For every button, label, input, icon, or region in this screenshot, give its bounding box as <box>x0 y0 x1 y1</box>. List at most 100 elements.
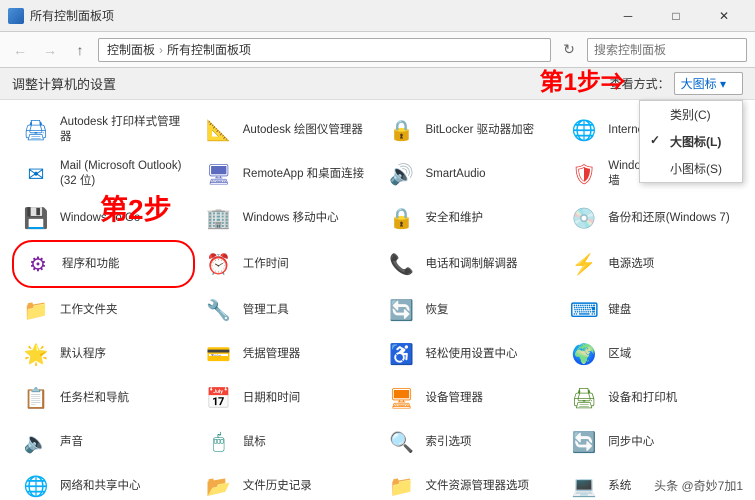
item-label: Autodesk 打印样式管理器 <box>60 115 187 145</box>
control-panel-item[interactable]: 💳 凭据管理器 <box>195 332 378 376</box>
path-segment-1[interactable]: 控制面板 <box>107 41 155 58</box>
item-label: 程序和功能 <box>62 257 120 272</box>
control-panel-item[interactable]: 🔄同步中心 <box>560 420 743 464</box>
control-panel-item[interactable]: 🌐 网络和共享中心 <box>12 464 195 500</box>
toolbar-title: 调整计算机的设置 <box>12 74 116 93</box>
item-label: 凭据管理器 <box>243 347 301 362</box>
item-icon: 🌐 <box>20 470 52 500</box>
item-label: 网络和共享中心 <box>60 479 141 494</box>
back-button[interactable]: ← <box>8 38 32 62</box>
item-label: 键盘 <box>608 303 631 318</box>
item-icon: 🌐 <box>568 114 600 146</box>
control-panel-item[interactable]: 📅日期和时间 <box>195 376 378 420</box>
items-grid: 🖨 Autodesk 打印样式管理器 📐Autodesk 绘图仪管理器🔒BitLoc… <box>12 108 743 500</box>
item-icon: 🖨 <box>20 114 52 146</box>
view-label: 查看方式： 大图标 ▾ <box>610 72 743 95</box>
item-label: 管理工具 <box>243 303 289 318</box>
item-icon: 🏢 <box>203 202 235 234</box>
item-label: 设备管理器 <box>426 391 484 406</box>
maximize-button[interactable]: □ <box>653 0 699 32</box>
control-panel-item[interactable]: 🖨 Autodesk 打印样式管理器 <box>12 108 195 152</box>
item-icon: 💾 <box>20 202 52 234</box>
path-segment-2[interactable]: 所有控制面板项 <box>167 41 251 58</box>
search-input[interactable] <box>587 38 747 62</box>
control-panel-item[interactable]: 🌍区域 <box>560 332 743 376</box>
item-icon: 💳 <box>203 338 235 370</box>
item-icon: 🖥 <box>386 382 418 414</box>
item-label: 鼠标 <box>243 435 266 450</box>
item-icon: 📁 <box>386 470 418 500</box>
control-panel-item[interactable]: 🔊 SmartAudio <box>378 152 561 196</box>
address-path: 控制面板 › 所有控制面板项 <box>98 38 551 62</box>
control-panel-item[interactable]: 📁 文件资源管理器选项 <box>378 464 561 500</box>
item-label: 系统 <box>608 479 631 494</box>
control-panel-item[interactable]: 🏢 Windows 移动中心 <box>195 196 378 240</box>
step1-annotation: 第1步⇒ <box>540 62 625 97</box>
control-panel-item[interactable]: ♿ 轻松使用设置中心 <box>378 332 561 376</box>
control-panel-item[interactable]: 💿备份和还原(Windows 7) <box>560 196 743 240</box>
item-label: Mail (Microsoft Outlook) (32 位) <box>60 159 187 189</box>
item-icon: 📋 <box>20 382 52 414</box>
control-panel-item[interactable]: 🔒 安全和维护 <box>378 196 561 240</box>
item-label: 恢复 <box>426 303 449 318</box>
item-label: 日期和时间 <box>243 391 301 406</box>
up-button[interactable]: ↑ <box>68 38 92 62</box>
control-panel-item[interactable]: 🔍 索引选项 <box>378 420 561 464</box>
step1-text: 第1步⇒ <box>540 62 625 97</box>
control-panel-item[interactable]: 🔒BitLocker 驱动器加密 <box>378 108 561 152</box>
control-panel-item[interactable]: 🖨设备和打印机 <box>560 376 743 420</box>
item-icon: 🔄 <box>568 426 600 458</box>
item-icon: 🔊 <box>386 158 418 190</box>
close-button[interactable]: ✕ <box>701 0 747 32</box>
control-panel-item[interactable]: ⏰工作时间 <box>195 240 378 288</box>
control-panel-item[interactable]: 🔄恢复 <box>378 288 561 332</box>
control-panel-item[interactable]: 🔈声音 <box>12 420 195 464</box>
item-label: 电话和调制解调器 <box>426 257 518 272</box>
view-dropdown[interactable]: 大图标 ▾ <box>674 72 743 95</box>
refresh-button[interactable]: ↻ <box>557 38 581 62</box>
item-icon: 📂 <box>203 470 235 500</box>
item-icon: ⚙ <box>22 248 54 280</box>
control-panel-item[interactable]: 🖱鼠标 <box>195 420 378 464</box>
control-panel-item[interactable]: 📂文件历史记录 <box>195 464 378 500</box>
item-label: 索引选项 <box>426 435 472 450</box>
control-panel-item[interactable]: 🌟默认程序 <box>12 332 195 376</box>
window-icon <box>8 8 24 24</box>
item-label: SmartAudio <box>426 167 486 182</box>
item-icon: 🔒 <box>386 114 418 146</box>
item-icon: 🔒 <box>386 202 418 234</box>
dropdown-item-category[interactable]: 类别(C) <box>640 101 742 128</box>
minimize-button[interactable]: ─ <box>605 0 651 32</box>
control-panel-item[interactable]: ⚙ 程序和功能 <box>12 240 195 288</box>
item-icon: 🔈 <box>20 426 52 458</box>
item-label: 电源选项 <box>608 257 654 272</box>
dropdown-item-large-icon[interactable]: 大图标(L) <box>640 128 742 155</box>
item-label: 轻松使用设置中心 <box>426 347 518 362</box>
item-icon: 🔍 <box>386 426 418 458</box>
item-label: 安全和维护 <box>426 211 484 226</box>
control-panel-item[interactable]: 🔧 管理工具 <box>195 288 378 332</box>
control-panel-item[interactable]: 🖥 设备管理器 <box>378 376 561 420</box>
control-panel-item[interactable]: 📞电话和调制解调器 <box>378 240 561 288</box>
item-icon: 🖨 <box>568 382 600 414</box>
item-label: 文件资源管理器选项 <box>426 479 530 494</box>
control-panel-item[interactable]: 🖥RemoteApp 和桌面连接 <box>195 152 378 196</box>
item-icon: 🖥 <box>203 158 235 190</box>
dropdown-item-small-icon[interactable]: 小图标(S) <box>640 155 742 182</box>
view-dropdown-menu: 类别(C) 大图标(L) 小图标(S) <box>639 100 743 183</box>
item-icon: 🔧 <box>203 294 235 326</box>
window-title: 所有控制面板项 <box>30 7 605 24</box>
control-panel-item[interactable]: ⚡电源选项 <box>560 240 743 288</box>
item-icon: ⌨ <box>568 294 600 326</box>
control-panel-item[interactable]: 📐Autodesk 绘图仪管理器 <box>195 108 378 152</box>
item-label: 备份和还原(Windows 7) <box>608 211 729 226</box>
item-label: Windows 移动中心 <box>243 211 339 226</box>
item-label: 工作时间 <box>243 257 289 272</box>
item-icon: 💻 <box>568 470 600 500</box>
control-panel-item[interactable]: 📁工作文件夹 <box>12 288 195 332</box>
item-icon: ♿ <box>386 338 418 370</box>
watermark: 头条 @奇妙7加1 <box>654 477 743 494</box>
control-panel-item[interactable]: 📋任务栏和导航 <box>12 376 195 420</box>
forward-button[interactable]: → <box>38 38 62 62</box>
control-panel-item[interactable]: ⌨ 键盘 <box>560 288 743 332</box>
